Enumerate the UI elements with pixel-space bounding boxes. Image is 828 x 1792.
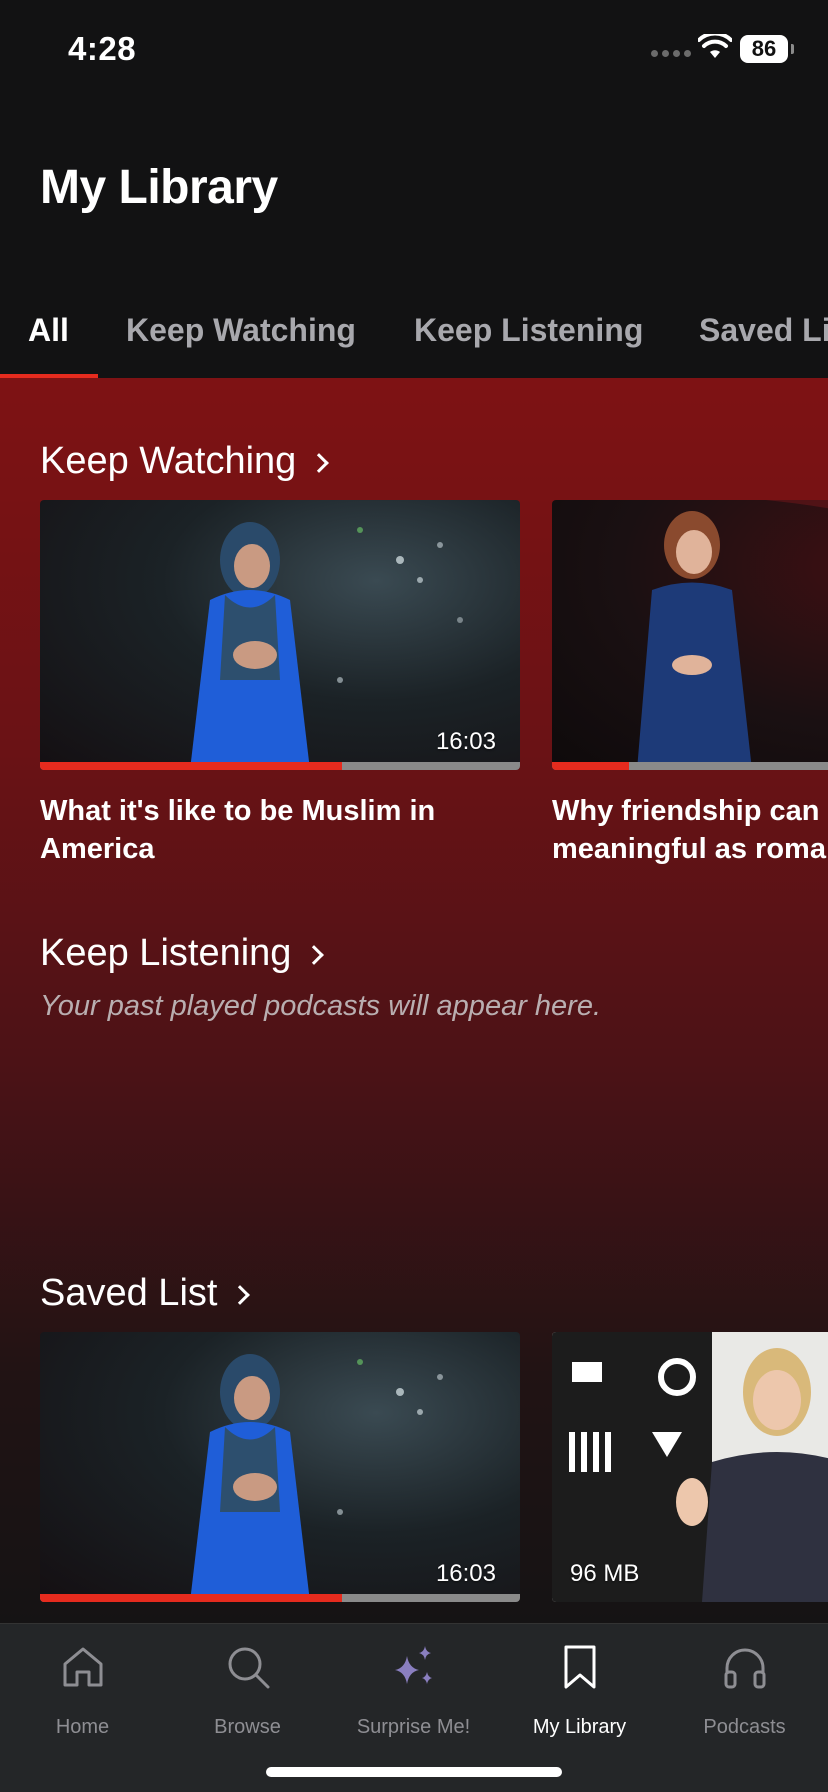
video-thumbnail: 96 MB [552, 1332, 828, 1602]
headphones-icon [724, 1648, 765, 1689]
nav-label: Surprise Me! [356, 1716, 471, 1738]
nav-surprise-me[interactable]: Surprise Me! [331, 1624, 496, 1754]
battery-icon: 86 [740, 35, 794, 63]
library-content: Keep Watching 16:03 What it's like to be… [0, 378, 828, 1623]
nav-podcasts[interactable]: Podcasts [662, 1624, 827, 1754]
section-title: Keep Listening [40, 932, 292, 974]
chevron-right-icon [309, 452, 330, 473]
nav-label: Browse [214, 1716, 281, 1738]
tab-all[interactable]: All [28, 312, 69, 349]
section-title: Saved List [40, 1272, 218, 1314]
watch-progress-bar [40, 762, 520, 770]
video-card[interactable]: 16:03 What it's like to be Muslim in Ame… [40, 500, 520, 868]
nav-label: Podcasts [703, 1716, 786, 1738]
video-card[interactable]: Why friendship can be as meaningful as r… [552, 500, 828, 868]
page-title: My Library [40, 161, 278, 214]
nav-home[interactable]: Home [0, 1624, 165, 1754]
status-time: 4:28 [68, 30, 137, 67]
search-icon [228, 1647, 269, 1689]
video-thumbnail: 16:03 [40, 500, 520, 770]
video-card[interactable]: 96 MB [552, 1332, 828, 1602]
video-title: Why friendship can be as meaningful as r… [552, 795, 828, 865]
video-card[interactable]: 16:03 [40, 1332, 520, 1602]
keep-watching-header[interactable]: Keep Watching [40, 440, 330, 483]
section-title: Keep Watching [40, 440, 297, 482]
bookmark-icon [564, 1645, 595, 1689]
video-duration: 16:03 [435, 1560, 496, 1587]
video-thumbnail [552, 500, 828, 770]
sparkles-icon [394, 1646, 432, 1684]
chevron-right-icon [230, 1284, 251, 1305]
tab-keep-watching[interactable]: Keep Watching [126, 312, 356, 349]
nav-label: My Library [532, 1716, 627, 1738]
tab-bar: All Keep Watching Keep Listening Saved L… [0, 280, 828, 378]
nav-browse[interactable]: Browse [165, 1624, 330, 1754]
cellular-signal-icon [651, 50, 691, 57]
watch-progress-fill [40, 1594, 343, 1602]
video-thumbnail: 16:03 [40, 1332, 520, 1602]
tab-keep-listening[interactable]: Keep Listening [414, 312, 643, 349]
keep-listening-header[interactable]: Keep Listening [40, 932, 325, 975]
status-bar: 4:28 86 [0, 0, 828, 100]
header: My Library [0, 100, 828, 280]
watch-progress-bar [552, 762, 828, 770]
empty-state-message: Your past played podcasts will appear he… [40, 990, 602, 1022]
wifi-icon [698, 34, 732, 58]
watch-progress-fill [40, 762, 343, 770]
speaker-illustration [612, 500, 828, 770]
home-indicator [266, 1767, 562, 1777]
video-duration: 16:03 [435, 728, 496, 755]
watch-progress-bar [40, 1594, 520, 1602]
watch-progress-fill [552, 762, 629, 770]
video-title: What it's like to be Muslim in America [40, 795, 436, 865]
chevron-right-icon [304, 944, 325, 965]
saved-list-header[interactable]: Saved List [40, 1272, 251, 1315]
nav-my-library[interactable]: My Library [497, 1624, 662, 1754]
nav-label: Home [55, 1716, 110, 1738]
keep-watching-row: 16:03 What it's like to be Muslim in Ame… [40, 500, 828, 868]
home-icon [63, 1647, 102, 1687]
saved-list-row: 16:03 96 MB [40, 1332, 828, 1602]
tab-saved-list[interactable]: Saved Li [699, 312, 828, 349]
file-size: 96 MB [570, 1560, 640, 1587]
